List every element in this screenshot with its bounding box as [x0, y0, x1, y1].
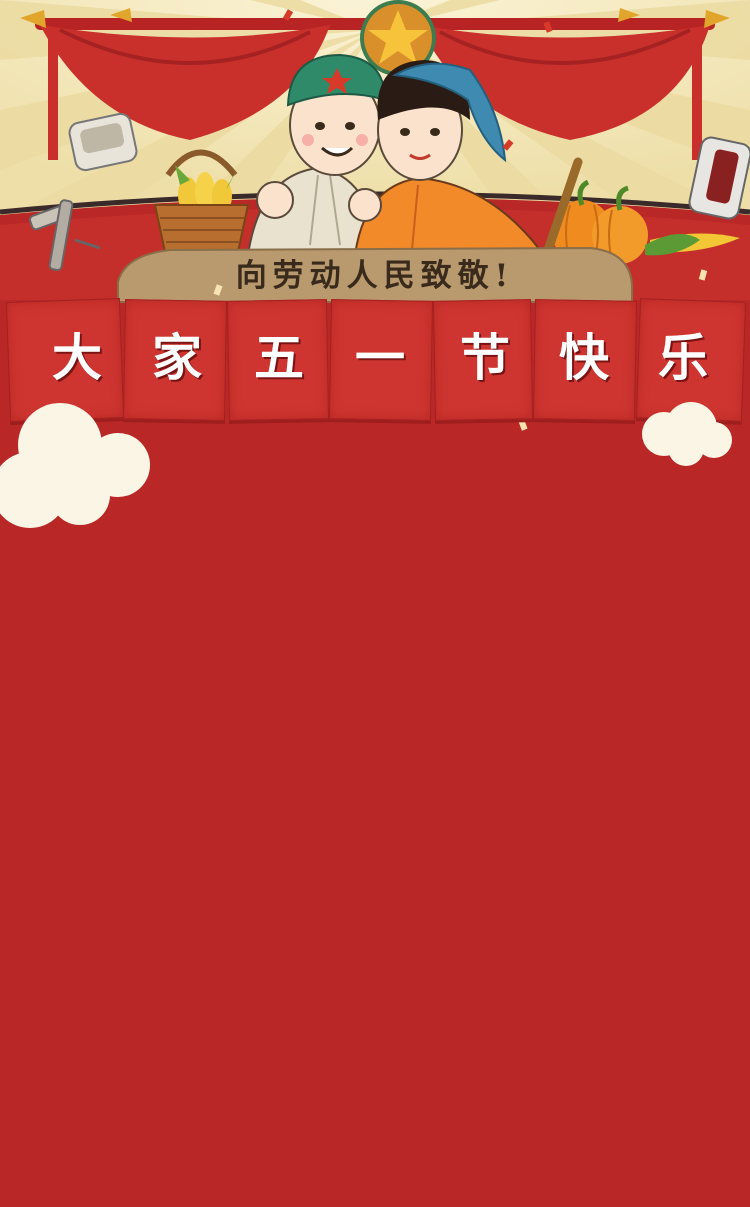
banner-char: 家: [152, 328, 202, 387]
banner-char: 五: [254, 328, 304, 387]
scene-illustration: [0, 0, 750, 1207]
slogan-text: 向劳动人民致敬!: [235, 258, 515, 294]
cloud-right: [642, 402, 732, 466]
cloud-left: [0, 403, 150, 528]
banner-char: 节: [460, 328, 510, 387]
banner-char: 大: [52, 328, 102, 387]
poster: 向劳动人民致敬! 大 家 五 一 节 快 乐: [0, 0, 750, 1207]
banner-char: 一: [355, 328, 405, 387]
banner-char: 乐: [658, 328, 708, 387]
banner-char: 快: [559, 328, 609, 387]
